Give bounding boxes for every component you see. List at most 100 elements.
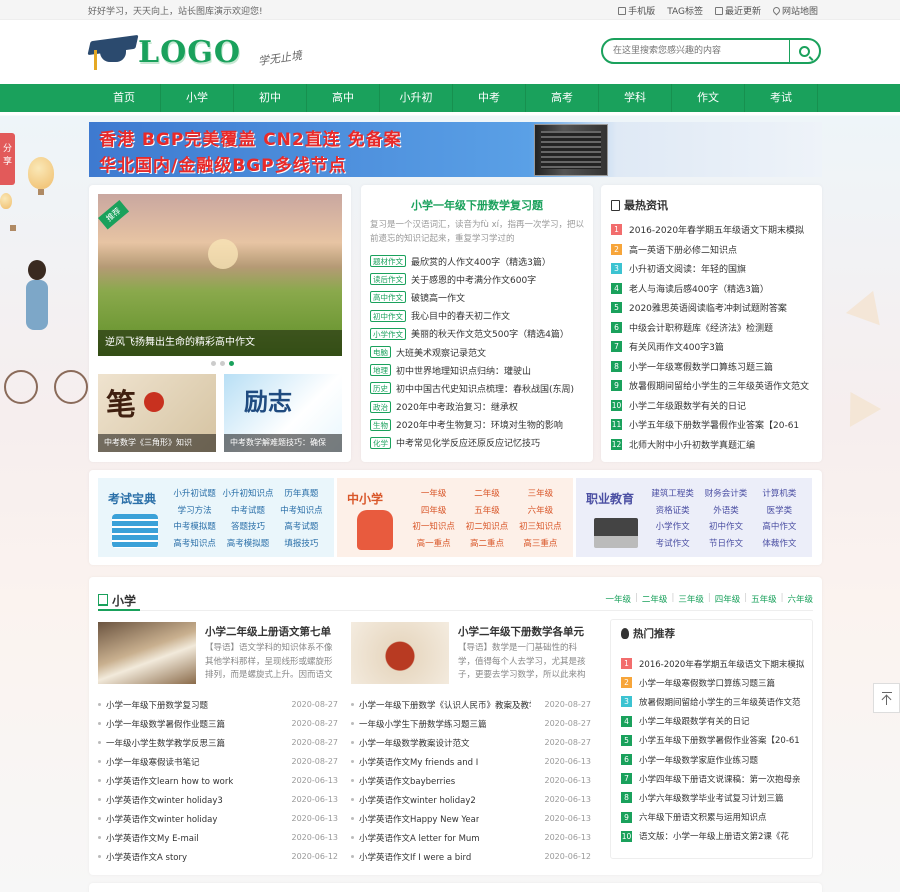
list-item[interactable]: 小学英语作文A story 2020-06-12 (98, 847, 338, 866)
ranked-item[interactable]: 10 语文版：小学一年级上册语文第2课《花 (621, 827, 809, 846)
top-link-sitemap[interactable]: 网站地图 (771, 4, 818, 17)
search-button[interactable] (789, 40, 819, 62)
ranked-item[interactable]: 3 小升初语文阅读：年轻的国旗 (611, 259, 816, 279)
slider-dot[interactable] (220, 361, 225, 366)
list-item[interactable]: 小学英语作文winter holiday 2020-06-13 (98, 809, 338, 828)
ranked-item[interactable]: 4 老人与海读后感400字（精选3篇） (611, 279, 816, 299)
ranked-item[interactable]: 7 小学四年级下册语文说课稿：第一次抱母亲 (621, 769, 809, 788)
site-logo[interactable]: LOGO (87, 30, 241, 74)
nav-item-zhongkao[interactable]: 中考 (453, 84, 526, 112)
category-link[interactable]: 资格证类 (646, 503, 699, 520)
list-item[interactable]: 题材作文 最欣赏的人作文400字（精选3篇） (370, 252, 586, 270)
grade-link[interactable]: 六年级 (787, 593, 813, 605)
list-item[interactable]: 历史 初中中国古代史知识点梳理：春秋战国(东周) (370, 379, 586, 397)
list-item[interactable]: 小学一年级数学教案设计范文 2020-08-27 (351, 733, 591, 752)
ranked-item[interactable]: 1 2016-2020年春学期五年级语文下期末模拟 (611, 220, 816, 240)
list-item[interactable]: 生物 2020年中考生物复习：环境对生物的影响 (370, 416, 586, 434)
top-link-mobile[interactable]: 手机版 (618, 4, 655, 17)
category-link[interactable]: 历年真题 (275, 486, 328, 503)
slide-caption[interactable]: 逆风飞扬舞出生命的精彩高中作文 (98, 330, 342, 356)
category-tag[interactable]: 化学 (370, 436, 391, 449)
category-link[interactable]: 中考知识点 (275, 503, 328, 520)
list-item[interactable]: 小学英语作文My E-mail 2020-06-13 (98, 828, 338, 847)
feature-title[interactable]: 小学二年级下册数学各单元 (458, 624, 584, 639)
category-link[interactable]: 建筑工程类 (646, 486, 699, 503)
list-item[interactable]: 一年级小学生下册数学练习题三篇 2020-08-27 (351, 714, 591, 733)
category-link[interactable]: 六年级 (514, 503, 567, 520)
list-item[interactable]: 小学英语作文winter holiday2 2020-06-13 (351, 790, 591, 809)
thumb-card[interactable]: 励志 中考数学解难题技巧：确保 (224, 374, 342, 452)
list-item[interactable]: 小学英语作文learn how to work 2020-06-13 (98, 771, 338, 790)
thumb-card[interactable]: 笔 中考数学《三角形》知识 (98, 374, 216, 452)
ranked-item[interactable]: 5 2020雅思英语阅读临考冲刺试题附答案 (611, 298, 816, 318)
top-link-updates[interactable]: 最近更新 (714, 4, 761, 17)
category-link[interactable]: 高考知识点 (168, 536, 221, 553)
category-link[interactable]: 高中作文 (753, 519, 806, 536)
slider-dot[interactable] (211, 361, 216, 366)
category-link[interactable]: 小升初知识点 (221, 486, 274, 503)
list-item[interactable]: 小学英语作文If I were a bird 2020-06-12 (351, 847, 591, 866)
grade-link[interactable]: 五年级 (751, 593, 777, 605)
category-link[interactable]: 节日作文 (699, 536, 752, 553)
category-link[interactable]: 财务会计类 (699, 486, 752, 503)
category-link[interactable]: 初一知识点 (407, 519, 460, 536)
category-tag[interactable]: 小学作文 (370, 327, 406, 340)
grade-link[interactable]: 三年级 (678, 593, 704, 605)
category-link[interactable]: 外语类 (699, 503, 752, 520)
category-tag[interactable]: 电脑 (370, 346, 391, 359)
category-link[interactable]: 三年级 (514, 486, 567, 503)
category-tag[interactable]: 高中作文 (370, 291, 406, 304)
list-item[interactable]: 读后作文 关于感恩的中考满分作文600字 (370, 270, 586, 288)
category-link[interactable]: 高考试题 (275, 519, 328, 536)
slide-image[interactable]: 推荐 逆风飞扬舞出生命的精彩高中作文 (98, 194, 342, 356)
slider-dot-active[interactable] (229, 361, 234, 366)
ranked-item[interactable]: 6 小学一年级数学家庭作业练习题 (621, 750, 809, 769)
category-title[interactable]: 职业教育 (586, 490, 634, 507)
featured-title[interactable]: 小学一年级下册数学复习题 (361, 197, 593, 213)
ranked-item[interactable]: 8 小学一年级寒假数学口算练习题三篇 (611, 357, 816, 377)
category-link[interactable]: 学习方法 (168, 503, 221, 520)
category-link[interactable]: 中考模拟题 (168, 519, 221, 536)
ranked-item[interactable]: 5 小学五年级下册数学暑假作业答案【20-61 (621, 731, 809, 750)
feature-title[interactable]: 小学二年级上册语文第七单 (205, 624, 331, 639)
category-link[interactable]: 初中作文 (699, 519, 752, 536)
ranked-item[interactable]: 9 六年级下册语文积累与运用知识点 (621, 808, 809, 827)
ranked-item[interactable]: 6 中级会计职称题库《经济法》检测题 (611, 318, 816, 338)
nav-item-senior[interactable]: 高中 (307, 84, 380, 112)
category-link[interactable]: 体裁作文 (753, 536, 806, 553)
category-link[interactable]: 高二重点 (460, 536, 513, 553)
category-tag[interactable]: 读后作文 (370, 273, 406, 286)
grade-link[interactable]: 一年级 (606, 593, 632, 605)
list-item[interactable]: 小学英语作文My friends and I 2020-06-13 (351, 752, 591, 771)
category-tag[interactable]: 初中作文 (370, 309, 406, 322)
list-item[interactable]: 电脑 大班美术观察记录范文 (370, 343, 586, 361)
section-title[interactable]: 小学 (98, 591, 141, 611)
category-link[interactable]: 初三知识点 (514, 519, 567, 536)
list-item[interactable]: 小学一年级寒假读书笔记 2020-08-27 (98, 752, 338, 771)
ranked-item[interactable]: 12 北师大附中小升初数学真题汇编 (611, 435, 816, 455)
nav-item-gaokao[interactable]: 高考 (526, 84, 599, 112)
ranked-item[interactable]: 2 高一英语下册必修二知识点 (611, 240, 816, 260)
ad-banner[interactable]: 香港 BGP完美覆盖 CN2直连 免备案 华北国内/金融级BGP多线节点 (89, 122, 822, 177)
category-link[interactable]: 中考试题 (221, 503, 274, 520)
list-item[interactable]: 地理 初中世界地理知识点归纳：瓘驶山 (370, 361, 586, 379)
category-title[interactable]: 考试宝典 (108, 490, 156, 507)
nav-item-primary[interactable]: 小学 (161, 84, 234, 112)
grade-link[interactable]: 二年级 (642, 593, 668, 605)
feature-article[interactable]: 小学二年级上册语文第七单 【导语】语文学科的知识体系不像其他学科那样，呈现线形或… (98, 622, 338, 684)
search-input[interactable] (613, 44, 783, 58)
list-item[interactable]: 小学一年级下册数学《认识人民币》教案及教学 2020-08-27 (351, 695, 591, 714)
category-link[interactable]: 医学类 (753, 503, 806, 520)
grade-link[interactable]: 四年级 (715, 593, 741, 605)
category-link[interactable]: 高考模拟题 (221, 536, 274, 553)
category-tag[interactable]: 历史 (370, 382, 391, 395)
list-item[interactable]: 一年级小学生数学教学反思三篇 2020-08-27 (98, 733, 338, 752)
list-item[interactable]: 小学作文 美丽的秋天作文范文500字（精选4篇） (370, 325, 586, 343)
ranked-item[interactable]: 9 放暑假期间留给小学生的三年级英语作文范文 (611, 376, 816, 396)
nav-item-home[interactable]: 首页 (88, 84, 161, 112)
list-item[interactable]: 小学一年级下册数学复习题 2020-08-27 (98, 695, 338, 714)
nav-item-essay[interactable]: 作文 (672, 84, 745, 112)
category-link[interactable]: 高一重点 (407, 536, 460, 553)
share-tab[interactable]: 分享 (0, 133, 15, 185)
category-tag[interactable]: 题材作文 (370, 255, 406, 268)
